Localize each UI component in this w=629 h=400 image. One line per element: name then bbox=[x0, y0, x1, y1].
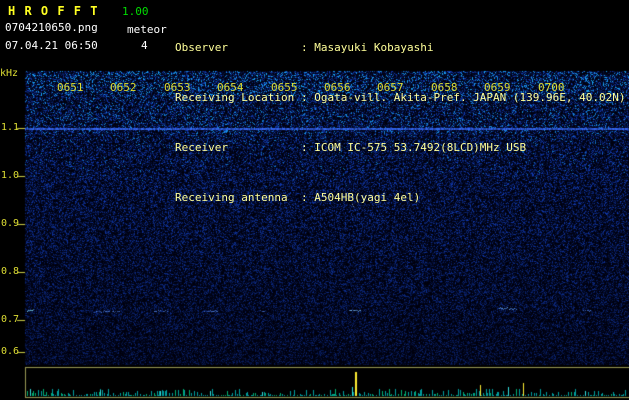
time-label: 0700 bbox=[538, 81, 565, 94]
info-value: : Masayuki Kobayashi bbox=[301, 41, 434, 54]
station-info: Observer: Masayuki Kobayashi Receiving L… bbox=[175, 4, 629, 204]
freq-label: 1.1 bbox=[1, 122, 20, 133]
datetime-label: 07.04.21 06:50 bbox=[5, 39, 98, 52]
time-label: 0654 bbox=[217, 81, 244, 94]
freq-label: 0.7 bbox=[1, 314, 20, 325]
info-label: Receiving antenna bbox=[175, 191, 288, 204]
app-title: H R O F F T bbox=[8, 4, 99, 18]
time-label: 0656 bbox=[324, 81, 351, 94]
output-filename: 0704210650.png bbox=[5, 21, 98, 34]
freq-label: 0.9 bbox=[1, 218, 20, 229]
time-label: 0657 bbox=[377, 81, 404, 94]
time-label: 0653 bbox=[164, 81, 191, 94]
info-value: : A504HB(yagi 4el) bbox=[301, 191, 421, 204]
info-label: Receiver bbox=[175, 141, 228, 154]
hrofft-app: H R O F F T 1.00 0704210650.png meteor 0… bbox=[0, 0, 629, 400]
meteor-count: 4 bbox=[141, 39, 148, 52]
freq-label: 1.0 bbox=[1, 170, 20, 181]
time-label: 0651 bbox=[57, 81, 84, 94]
info-label: Observer bbox=[175, 41, 228, 54]
time-label: 0655 bbox=[271, 81, 298, 94]
time-label: 0659 bbox=[484, 81, 511, 94]
freq-label: 0.6 bbox=[1, 346, 20, 357]
freq-unit-label: kHz bbox=[0, 68, 19, 79]
info-row-receiver: Receiver : ICOM IC-575 53.7492(8LCD)MHz U… bbox=[175, 142, 629, 154]
app-version: 1.00 bbox=[122, 5, 149, 18]
mode-label: meteor bbox=[127, 23, 167, 36]
time-label: 0652 bbox=[110, 81, 137, 94]
freq-label: 0.8 bbox=[1, 266, 20, 277]
info-row-antenna: Receiving antenna : A504HB(yagi 4el) bbox=[175, 192, 629, 204]
info-row-observer: Observer : Masayuki Kobayashi bbox=[175, 42, 629, 54]
time-label: 0658 bbox=[431, 81, 458, 94]
info-value: : ICOM IC-575 53.7492(8LCD)MHz USB bbox=[301, 141, 527, 154]
